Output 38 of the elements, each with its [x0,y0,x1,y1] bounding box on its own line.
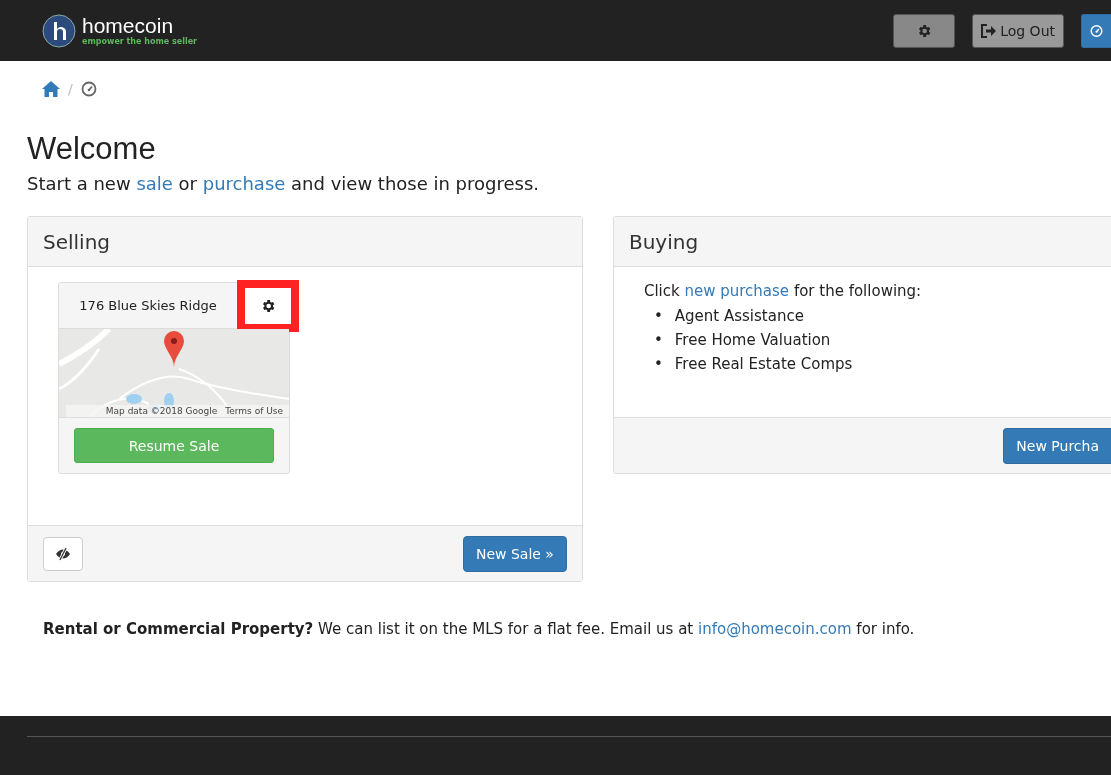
bullet: • [653,330,663,351]
settings-icon [260,297,276,314]
resume-sale-button[interactable]: Resume Sale [74,428,274,463]
hide-button[interactable] [43,536,83,571]
home-icon[interactable] [42,81,60,97]
rental-notice: Rental or Commercial Property? We can list it on the MLS for a flat fee. Email us at info@homecoin.com for info. [43,620,916,638]
terms-link[interactable]: Terms of Use [225,406,283,416]
dashboard-icon [80,81,97,97]
panel-title: Buying [613,217,1111,267]
brand-name: homecoin [82,15,175,37]
bullet: • [653,306,663,327]
settings-icon [916,22,933,39]
benefit-item: Free Home Valuation [674,330,831,351]
bullet: • [653,354,663,375]
intro-text: Start a new sale or purchase and view those in progress. [27,173,541,194]
map-attribution: Map data ©2018 Google [105,406,218,416]
link[interactable]: purchase [202,173,286,194]
new-purchase-button[interactable]: New Purcha [1003,427,1111,464]
link[interactable]: new purchase [684,282,790,300]
buying-lead-text: Click new purchase for the following: [643,282,923,300]
benefit-item: Free Real Estate Comps [674,354,853,375]
logout-button[interactable]: Log Out [972,13,1064,48]
property-settings-button[interactable] [237,279,299,332]
new-sale-button[interactable]: New Sale » [462,535,567,572]
link[interactable]: sale [136,173,173,194]
logo-icon [42,13,76,48]
brand-tagline: empower the home seller [82,37,198,46]
page-heading: Welcome [27,131,157,167]
logout-icon [981,23,997,38]
panel-title: Selling [28,217,582,267]
property-address: 176 Blue Skies Ridge [78,298,218,313]
link[interactable]: info@homecoin.com [698,620,852,638]
dashboard-icon [1090,22,1103,39]
dashboard-button[interactable] [1081,13,1111,48]
settings-button[interactable] [893,13,956,48]
benefit-item: Agent Assistance [674,306,804,327]
hidden-eye-icon [55,546,71,561]
breadcrumb-separator: / [68,81,73,97]
